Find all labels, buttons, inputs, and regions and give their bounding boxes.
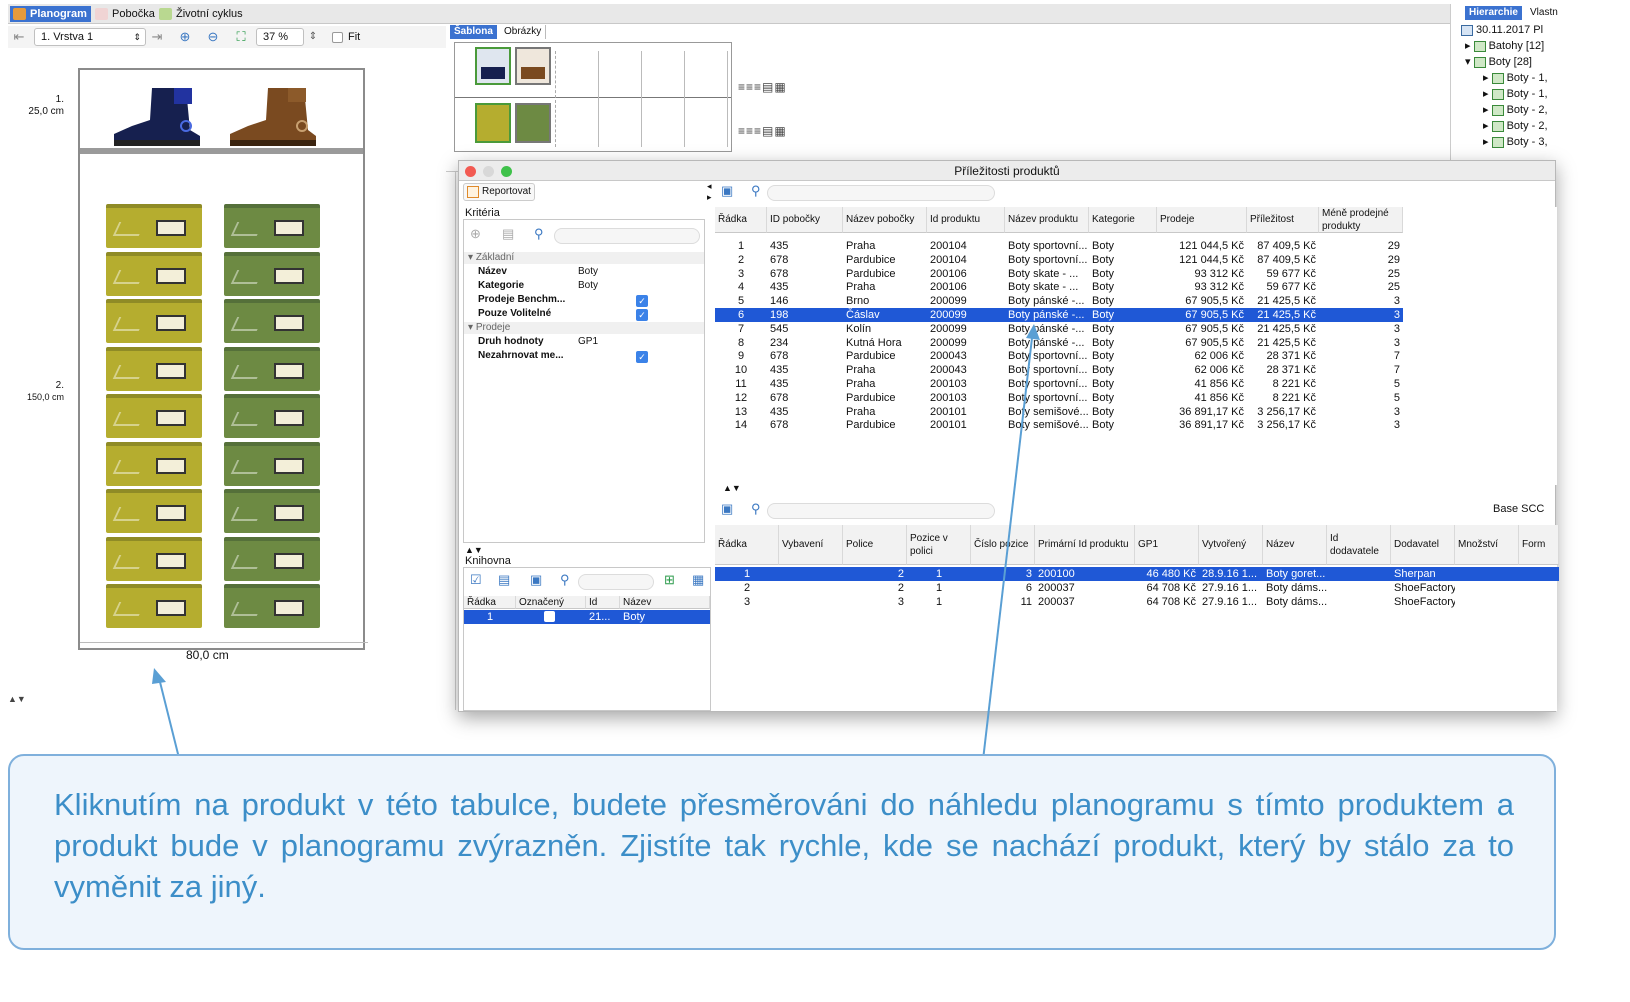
info-callout: Kliknutím na produkt v této tabulce, bud… — [8, 754, 1556, 950]
callout-text: Kliknutím na produkt v této tabulce, bud… — [54, 787, 1514, 904]
